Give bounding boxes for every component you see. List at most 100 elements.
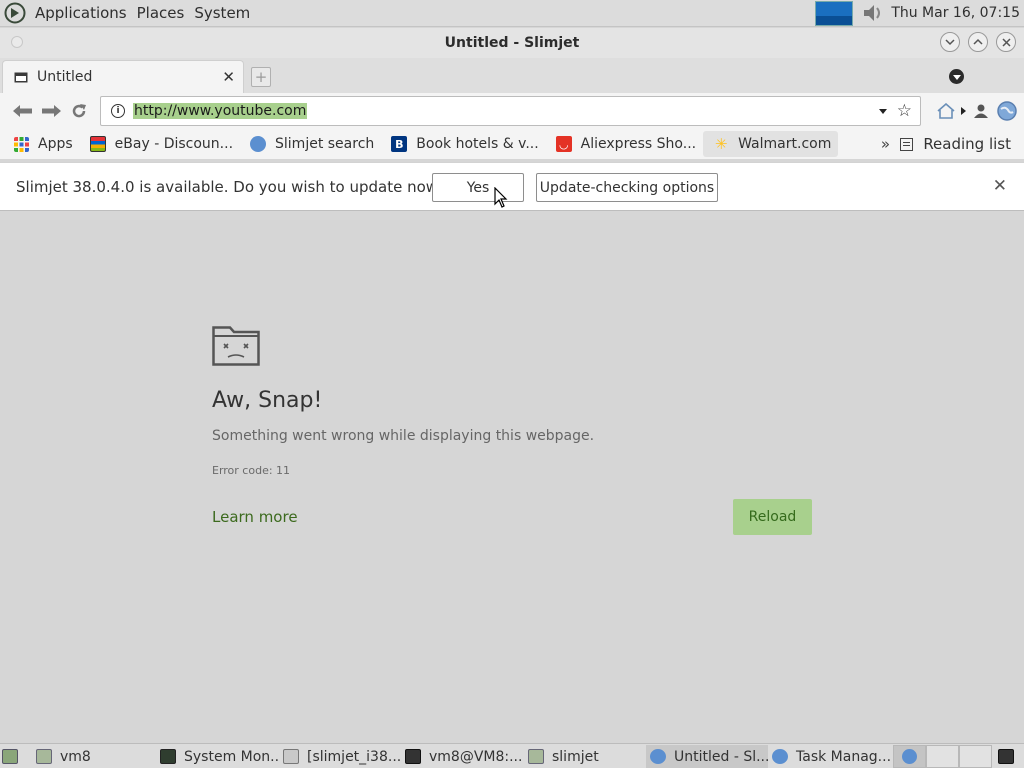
back-arrow-icon bbox=[13, 105, 32, 117]
home-folder-icon bbox=[36, 749, 52, 764]
clock[interactable]: Thu Mar 16, 07:15 bbox=[891, 5, 1024, 21]
task-label: Untitled - Sl... bbox=[674, 748, 768, 765]
error-title: Aw, Snap! bbox=[212, 388, 323, 413]
window-title: Untitled - Slimjet bbox=[444, 35, 580, 51]
volume-icon[interactable] bbox=[861, 2, 885, 24]
task-label: [slimjet_i38... bbox=[307, 748, 401, 765]
places-menu[interactable]: Places bbox=[132, 4, 190, 22]
desktop-icon bbox=[2, 749, 18, 764]
window-titlebar[interactable]: Untitled - Slimjet bbox=[0, 28, 1024, 58]
reload-button-page[interactable]: Reload bbox=[733, 499, 812, 535]
error-code: Error code: 11 bbox=[212, 464, 291, 477]
workspace-3[interactable] bbox=[959, 745, 992, 768]
slimjet-menu-button[interactable] bbox=[996, 100, 1018, 122]
reading-list-label: Reading list bbox=[923, 135, 1011, 153]
apps-grid-icon bbox=[14, 136, 29, 152]
globe-icon bbox=[250, 136, 267, 152]
sad-folder-icon bbox=[212, 326, 260, 366]
task-label: vm8@VM8:... bbox=[429, 748, 523, 765]
workspace-2[interactable] bbox=[926, 745, 959, 768]
tab-list-dropdown-icon[interactable] bbox=[949, 69, 964, 84]
package-icon bbox=[283, 749, 299, 764]
taskbar-item-slimjet-folder[interactable]: slimjet bbox=[528, 745, 640, 768]
terminal-icon bbox=[998, 749, 1014, 764]
globe-menu-icon bbox=[997, 101, 1017, 121]
bookmarks-overflow-chevron-icon[interactable]: » bbox=[881, 135, 890, 153]
page-content: Aw, Snap! Something went wrong while dis… bbox=[0, 211, 1024, 743]
reading-list-button[interactable]: Reading list bbox=[900, 129, 1011, 159]
bookmark-walmart[interactable]: ✳ Walmart.com bbox=[703, 131, 839, 157]
close-window-button[interactable] bbox=[996, 32, 1016, 52]
close-icon bbox=[1001, 37, 1011, 47]
plus-icon: + bbox=[254, 68, 268, 86]
bookmark-label: Slimjet search bbox=[275, 136, 375, 152]
tab-untitled[interactable]: Untitled ✕ bbox=[2, 60, 244, 93]
terminal-icon bbox=[405, 749, 421, 764]
bookmark-slimjet-search[interactable]: Slimjet search bbox=[240, 131, 381, 157]
update-checking-options-button[interactable]: Update-checking options bbox=[536, 173, 718, 202]
reload-button[interactable] bbox=[66, 98, 92, 124]
learn-more-link[interactable]: Learn more bbox=[212, 508, 298, 526]
distro-logo-icon[interactable] bbox=[4, 2, 26, 24]
bookmark-booking[interactable]: B Book hotels & v... bbox=[381, 131, 545, 157]
reload-icon bbox=[72, 104, 86, 118]
bookmark-apps[interactable]: Apps bbox=[0, 131, 80, 157]
new-tab-button[interactable]: + bbox=[251, 67, 271, 87]
bookmark-label: Aliexpress Sho... bbox=[580, 136, 697, 152]
bookmark-ebay[interactable]: eBay - Discoun... bbox=[80, 131, 240, 157]
taskbar-item-slimjet-installer[interactable]: [slimjet_i38... bbox=[283, 745, 401, 768]
applications-menu[interactable]: Applications bbox=[30, 4, 132, 22]
desktop-top-panel: Applications Places System Thu Mar 16, 0… bbox=[0, 0, 1024, 27]
taskbar-item-vm8[interactable]: vm8 bbox=[36, 745, 156, 768]
update-infobar: Slimjet 38.0.4.0 is available. Do you wi… bbox=[0, 162, 1024, 211]
address-bar[interactable]: i http://www.youtube.com ☆ bbox=[100, 96, 921, 126]
bookmark-label: Apps bbox=[38, 136, 73, 152]
url-dropdown-icon[interactable] bbox=[879, 109, 887, 114]
show-desktop-icon[interactable] bbox=[2, 745, 24, 768]
url-text[interactable]: http://www.youtube.com bbox=[133, 103, 308, 119]
forward-button[interactable] bbox=[38, 98, 64, 124]
minimize-button[interactable] bbox=[940, 32, 960, 52]
site-info-icon[interactable]: i bbox=[111, 104, 125, 118]
profile-button[interactable] bbox=[970, 100, 992, 122]
error-description: Something went wrong while displaying th… bbox=[212, 428, 595, 444]
show-terminal-icon[interactable] bbox=[998, 745, 1022, 768]
folder-icon bbox=[528, 749, 544, 764]
home-button[interactable] bbox=[935, 100, 957, 122]
maximize-button[interactable] bbox=[968, 32, 988, 52]
infobar-message: Slimjet 38.0.4.0 is available. Do you wi… bbox=[16, 177, 447, 196]
tab-close-icon[interactable]: ✕ bbox=[222, 68, 235, 86]
taskbar-item-task-manager[interactable]: Task Manag... bbox=[772, 745, 892, 768]
globe-icon bbox=[650, 749, 666, 764]
infobar-close-icon[interactable]: ✕ bbox=[993, 176, 1007, 196]
workspace-1[interactable] bbox=[893, 745, 926, 768]
globe-icon bbox=[772, 749, 788, 764]
tab-label: Untitled bbox=[37, 69, 93, 85]
mouse-pointer-icon bbox=[494, 187, 508, 208]
back-button[interactable] bbox=[10, 98, 36, 124]
network-monitor-applet[interactable] bbox=[815, 0, 854, 26]
task-label: slimjet bbox=[552, 748, 599, 765]
ebay-icon bbox=[89, 136, 106, 152]
bookmark-label: Walmart.com bbox=[738, 136, 832, 152]
task-label: System Mon... bbox=[184, 748, 278, 765]
user-icon bbox=[974, 104, 988, 118]
window-menu-dot[interactable] bbox=[11, 36, 23, 48]
tab-strip: Untitled ✕ + bbox=[0, 58, 1024, 93]
system-menu[interactable]: System bbox=[189, 4, 255, 22]
yes-button[interactable]: Yes bbox=[432, 173, 524, 202]
extensions-arrow-icon[interactable] bbox=[961, 107, 966, 115]
bookmark-label: eBay - Discoun... bbox=[114, 136, 234, 152]
bookmark-aliexpress[interactable]: ◡ Aliexpress Sho... bbox=[546, 131, 703, 157]
taskbar-item-untitled-slimjet[interactable]: Untitled - Sl... bbox=[646, 745, 768, 768]
bookmarks-bar: Apps eBay - Discoun... Slimjet search B … bbox=[0, 129, 1024, 159]
bookmark-label: Book hotels & v... bbox=[416, 136, 539, 152]
forward-arrow-icon bbox=[42, 105, 61, 117]
aliexpress-icon: ◡ bbox=[555, 136, 572, 152]
taskbar-item-system-monitor[interactable]: System Mon... bbox=[160, 745, 278, 768]
chevron-up-icon bbox=[973, 38, 983, 45]
home-icon bbox=[937, 103, 955, 119]
browser-toolbar: i http://www.youtube.com ☆ bbox=[0, 93, 1024, 129]
taskbar-item-terminal[interactable]: vm8@VM8:... bbox=[405, 745, 523, 768]
bookmark-star-icon[interactable]: ☆ bbox=[897, 101, 912, 121]
